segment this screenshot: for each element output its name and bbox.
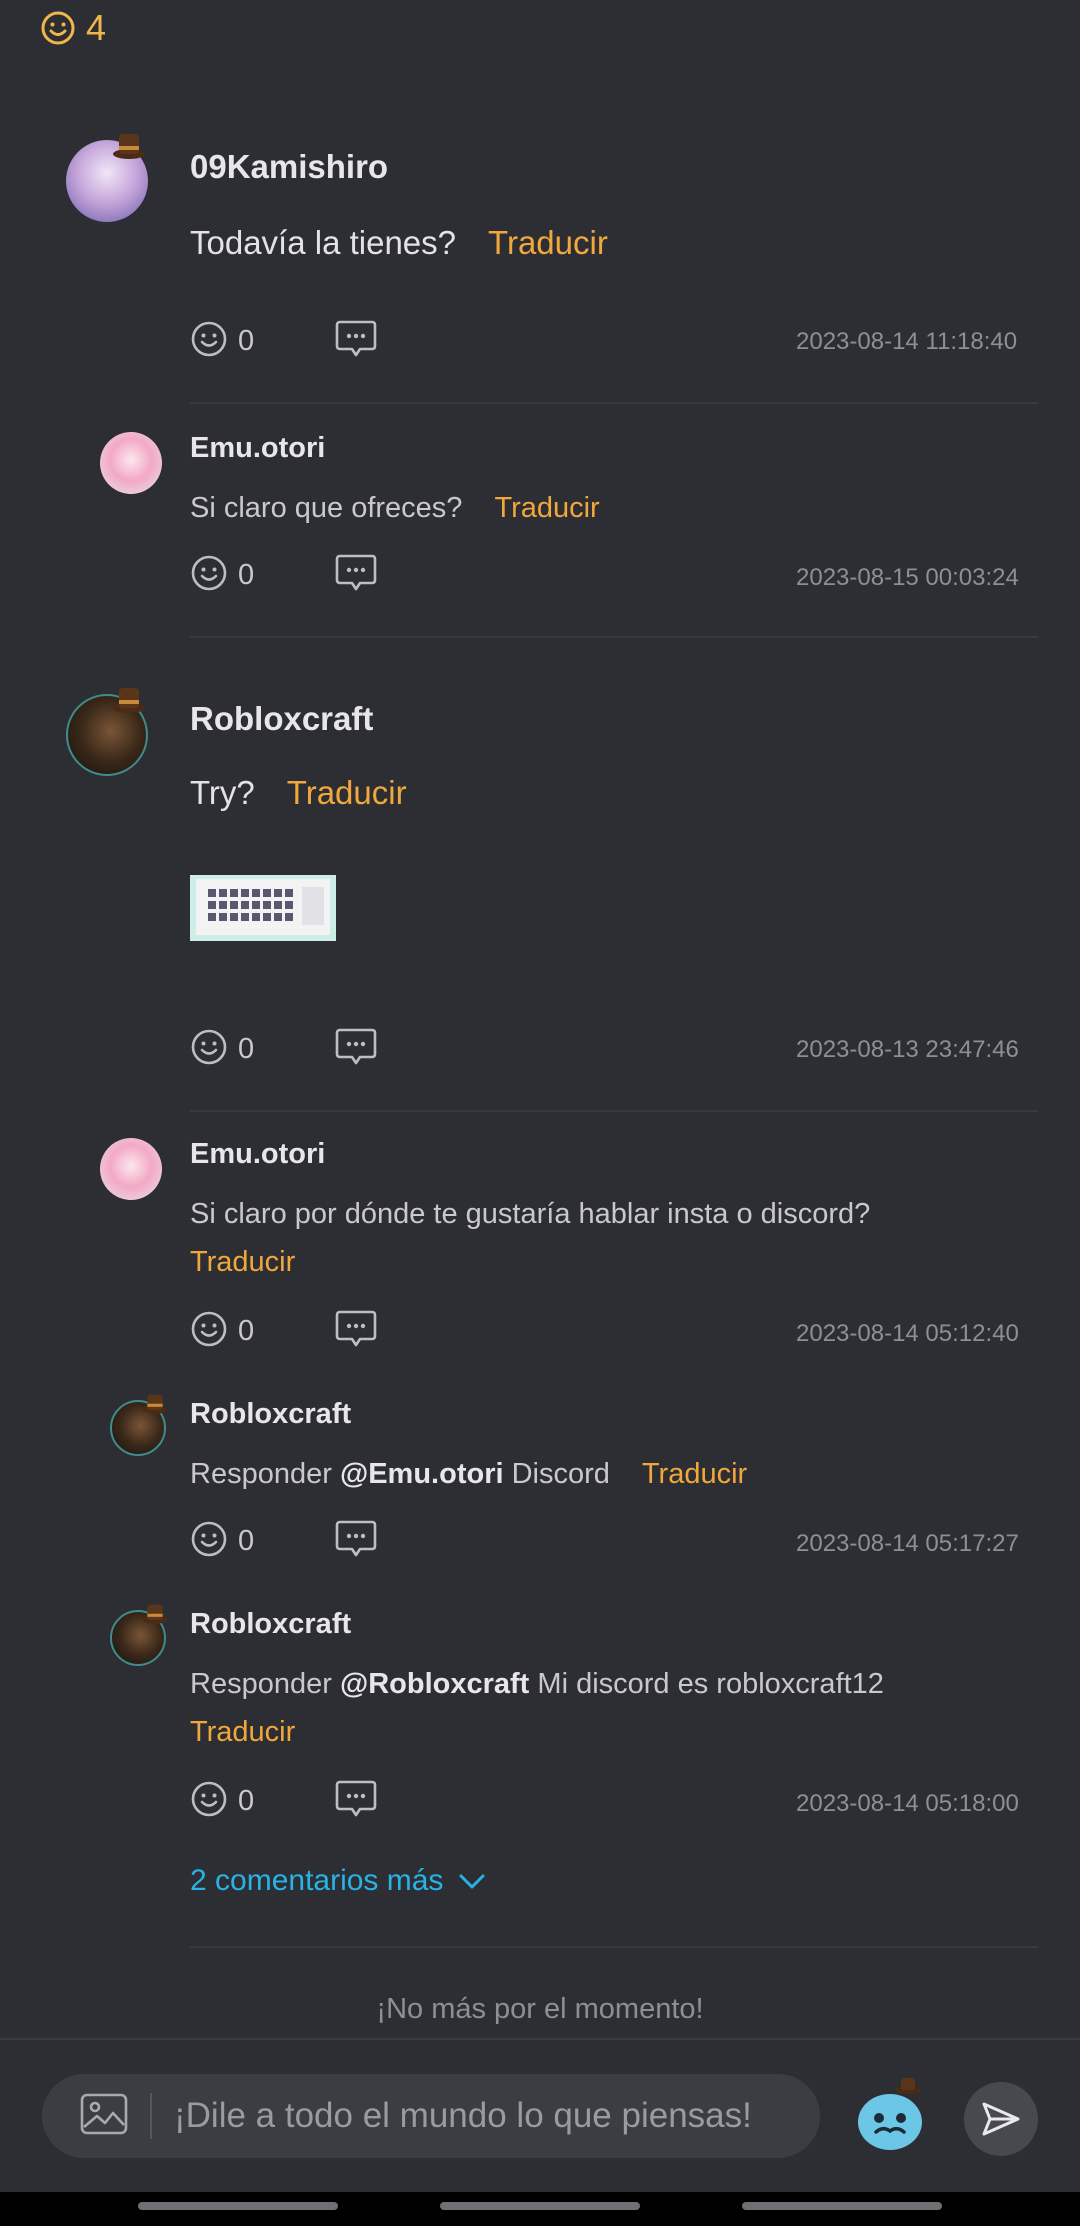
comment-actions: 0: [190, 1026, 378, 1073]
like-count: 0: [238, 325, 255, 357]
like-icon[interactable]: [190, 320, 228, 363]
like-icon[interactable]: [190, 1780, 228, 1823]
nav-back-button[interactable]: [742, 2202, 942, 2210]
more-comments-button[interactable]: 2 comentarios más: [190, 1864, 485, 1898]
send-icon: [982, 2102, 1020, 2136]
username[interactable]: Robloxcraft: [190, 1608, 351, 1641]
timestamp: 2023-08-14 05:18:00: [796, 1790, 1019, 1817]
translate-link[interactable]: Traducir: [494, 492, 599, 524]
comment-actions: 0: [190, 1518, 378, 1565]
mention-link[interactable]: @Emu.otori: [340, 1458, 504, 1490]
like-icon[interactable]: [190, 1520, 228, 1563]
like-icon[interactable]: [190, 554, 228, 597]
reply-icon[interactable]: [334, 1026, 378, 1073]
reply-icon[interactable]: [334, 1308, 378, 1355]
comment-composer: ¡Dile a todo el mundo lo que piensas!: [0, 2038, 1080, 2194]
like-count: 0: [238, 559, 255, 591]
reply-icon[interactable]: [334, 1518, 378, 1565]
like-icon[interactable]: [190, 1028, 228, 1071]
send-button[interactable]: [964, 2082, 1038, 2156]
timestamp: 2023-08-14 05:12:40: [796, 1320, 1019, 1347]
comment-actions: 0: [190, 552, 378, 599]
mascot-icon: [858, 2078, 922, 2150]
comment-text: Todavía la tienes? Traducir: [190, 224, 608, 261]
comment-text: Si claro que ofreces? Traducir: [190, 492, 600, 524]
image-icon[interactable]: [80, 2093, 128, 2140]
timestamp: 2023-08-13 23:47:46: [796, 1036, 1019, 1063]
comment-input[interactable]: ¡Dile a todo el mundo lo que piensas!: [42, 2074, 820, 2158]
hat-icon: [113, 688, 145, 713]
username[interactable]: Emu.otori: [190, 1138, 325, 1171]
timestamp: 2023-08-14 11:18:40: [796, 328, 1018, 355]
chevron-down-icon: [459, 1864, 485, 1898]
divider: [190, 1110, 1038, 1112]
nav-recent-button[interactable]: [138, 2202, 338, 2210]
comment-text: Responder @Emu.otori Discord Traducir: [190, 1458, 748, 1490]
translate-link[interactable]: Traducir: [190, 1716, 295, 1749]
nav-home-button[interactable]: [440, 2202, 640, 2210]
username[interactable]: Robloxcraft: [190, 700, 373, 738]
end-of-list-text: ¡No más por el momento!: [376, 1993, 704, 2025]
sticker-button[interactable]: [852, 2078, 928, 2159]
like-count: 0: [238, 1033, 255, 1065]
avatar[interactable]: [66, 134, 148, 222]
avatar[interactable]: [66, 688, 148, 776]
comment-actions: 0: [190, 318, 378, 365]
divider: [190, 636, 1038, 638]
hat-icon: [113, 134, 145, 159]
avatar[interactable]: [100, 432, 162, 494]
like-count: 0: [238, 1525, 255, 1557]
hat-icon: [142, 1604, 168, 1624]
divider: [150, 2093, 152, 2139]
smile-icon: [40, 10, 76, 46]
timestamp: 2023-08-15 00:03:24: [796, 564, 1019, 591]
reaction-summary[interactable]: 4: [40, 7, 107, 48]
mention-link[interactable]: @Robloxcraft: [340, 1668, 529, 1700]
like-icon[interactable]: [190, 1310, 228, 1353]
reply-icon[interactable]: [334, 552, 378, 599]
username[interactable]: Emu.otori: [190, 432, 325, 465]
username[interactable]: 09Kamishiro: [190, 148, 388, 186]
comment-actions: 0: [190, 1778, 378, 1825]
comment-placeholder: ¡Dile a todo el mundo lo que piensas!: [174, 2096, 752, 2135]
username[interactable]: Robloxcraft: [190, 1398, 351, 1431]
hat-icon: [142, 1394, 168, 1414]
divider: [190, 1946, 1038, 1948]
avatar[interactable]: [110, 1604, 168, 1666]
translate-link[interactable]: Traducir: [488, 224, 608, 261]
reply-icon[interactable]: [334, 1778, 378, 1825]
like-count: 0: [238, 1785, 255, 1817]
reaction-count: 4: [86, 7, 107, 48]
avatar[interactable]: [110, 1394, 168, 1456]
translate-link[interactable]: Traducir: [287, 774, 407, 811]
reply-icon[interactable]: [334, 318, 378, 365]
comment-text: Si claro por dónde te gustaría hablar in…: [190, 1198, 871, 1230]
avatar[interactable]: [100, 1138, 162, 1200]
comment-text: Responder @Robloxcraft Mi discord es rob…: [190, 1668, 884, 1700]
like-count: 0: [238, 1315, 255, 1347]
translate-link[interactable]: Traducir: [642, 1458, 747, 1490]
attached-image[interactable]: [190, 875, 336, 941]
comment-actions: 0: [190, 1308, 378, 1355]
timestamp: 2023-08-14 05:17:27: [796, 1530, 1019, 1557]
divider: [190, 402, 1038, 404]
system-navigation-bar: [0, 2192, 1080, 2226]
translate-link[interactable]: Traducir: [190, 1246, 295, 1279]
comment-text: Try? Traducir: [190, 774, 407, 811]
